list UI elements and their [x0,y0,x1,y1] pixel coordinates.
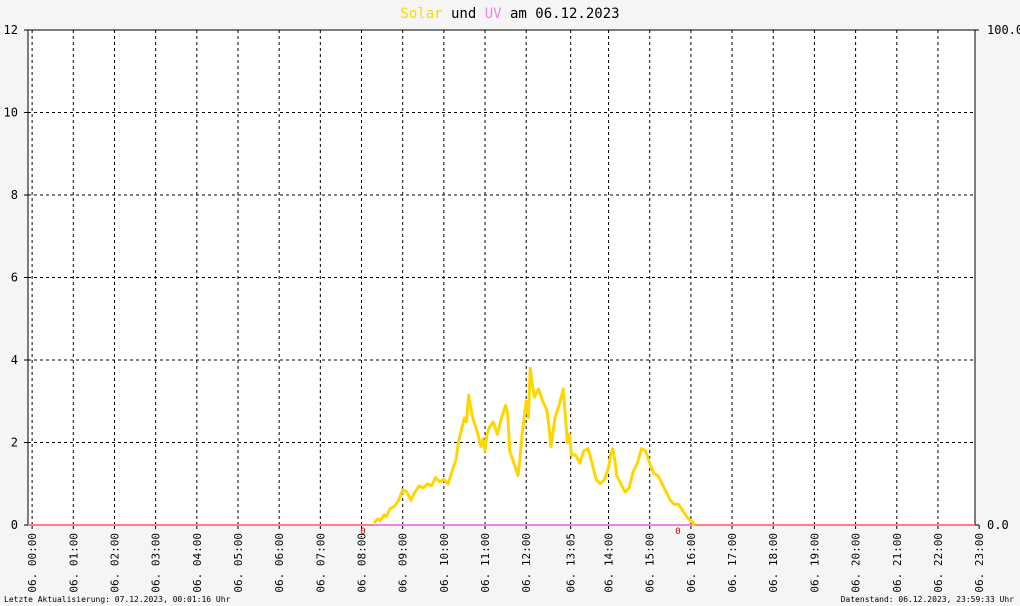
x-tick-label: 06. 23:00 [973,533,986,593]
title-date: am 06.12.2023 [502,6,620,22]
left-axis: 0 2 4 6 8 10 12 [4,23,28,532]
x-tick-label: 06. 06:00 [273,533,286,593]
x-tick-label: 06. 21:00 [891,533,904,593]
footer-last-update: Letzte Aktualisierung: 07.12.2023, 00:01… [4,595,231,604]
x-tick-label: 06. 22:00 [932,533,945,593]
title-und: und [443,6,485,22]
y2-tick-label: 0.0 [987,518,1009,532]
x-tick-label: 06. 05:00 [232,533,245,593]
y-tick-label: 10 [4,106,18,120]
y-tick-label: 12 [4,23,18,37]
title-solar: Solar [400,6,442,22]
x-tick-label: 06. 14:00 [603,533,616,593]
x-axis: 06. 00:00 06. 01:00 06. 02:00 06. 03:00 06. … [26,525,986,593]
x-tick-label: 06. 08:00 [356,533,369,593]
y-tick-label: 2 [11,436,18,450]
chart-title: Solar und UV am 06.12.2023 [400,6,619,22]
x-tick-label: 06. 13:05 [565,533,578,593]
x-tick-label: 06. 00:00 [26,533,39,593]
x-tick-label: 06. 01:00 [67,533,80,593]
x-tick-label: 06. 19:00 [808,533,821,593]
title-uv: UV [485,6,502,22]
footer-data-status: Datenstand: 06.12.2023, 23:59:33 Uhr [841,595,1015,604]
right-axis: 0.0 100.0 [975,23,1020,532]
y-tick-label: 6 [11,271,18,285]
x-tick-label: 06. 15:00 [644,533,657,593]
x-tick-label: 06. 03:00 [150,533,163,593]
x-tick-label: 06. 02:00 [108,533,121,593]
sunrise-marker: 0 [360,527,365,537]
sunset-marker: 0 [675,527,680,537]
x-tick-label: 06. 12:00 [520,533,533,593]
y-tick-label: 8 [11,188,18,202]
y2-tick-label: 100.0 [987,23,1020,37]
x-tick-label: 06. 17:00 [726,533,739,593]
y-tick-label: 0 [11,518,18,532]
x-tick-label: 06. 10:00 [438,533,451,593]
x-tick-label: 06. 07:00 [314,533,327,593]
y-tick-label: 4 [11,353,18,367]
x-tick-label: 06. 20:00 [850,533,863,593]
x-tick-label: 06. 11:00 [479,533,492,593]
x-tick-label: 06. 16:00 [685,533,698,593]
x-tick-label: 06. 04:00 [191,533,204,593]
solar-uv-chart: 024681012 0.0100.0 06. 00:00 06. 01:00 06.… [4,6,1020,604]
x-tick-label: 06. 18:00 [767,533,780,593]
x-tick-label: 06. 09:00 [397,533,410,593]
